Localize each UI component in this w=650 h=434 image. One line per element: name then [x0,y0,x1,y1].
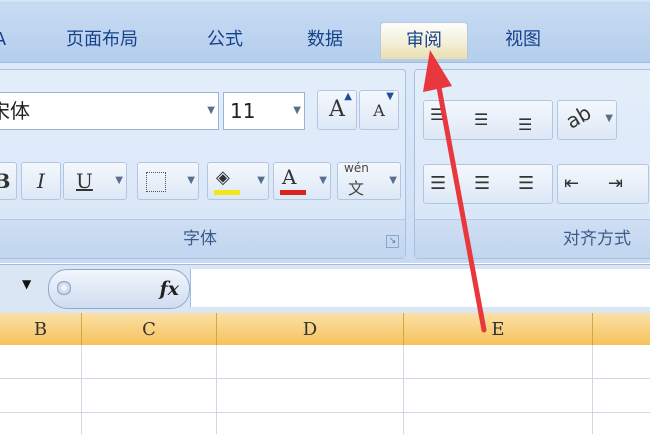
dropdown-arrow-icon[interactable]: ▼ [115,163,123,199]
dropdown-arrow-icon[interactable]: ▼ [187,163,195,199]
formula-controls: fx [48,269,190,309]
tab-start-partial[interactable]: A [0,22,12,58]
shrink-font-icon: A [373,101,385,120]
dropdown-arrow-icon[interactable]: ▼ [605,101,613,137]
grid-line [403,345,404,434]
dropdown-arrow-icon[interactable]: ▼ [207,93,215,129]
fill-color-icon: ◈ [216,167,230,188]
border-button[interactable]: ▼ [137,162,199,200]
column-headers: B C D E [0,313,650,346]
italic-button[interactable]: I [21,162,61,200]
align-right-icon[interactable]: ☰ [518,173,534,194]
grid-line [216,345,217,434]
column-header-b[interactable]: B [0,313,82,345]
tab-formulas[interactable]: 公式 [188,22,262,58]
alignment-group: ☰ ☰ ☰ ab ▼ ☰ ☰ ☰ ⇤ ⇥ 对齐方式 [414,69,650,259]
align-left-icon[interactable]: ☰ [430,173,446,194]
tab-page-layout[interactable]: 页面布局 [46,22,158,58]
align-bottom-icon[interactable]: ☰ [518,115,532,134]
shrink-font-caret-icon: ▼ [386,91,394,102]
font-group-label: 字体 [0,219,405,258]
alignment-group-label: 对齐方式 [415,219,650,258]
tab-data[interactable]: 数据 [288,22,362,58]
dropdown-arrow-icon[interactable]: ▼ [389,163,397,199]
orientation-button[interactable]: ab ▼ [557,100,617,140]
dropdown-arrow-icon[interactable]: ▼ [319,163,327,199]
phonetic-glyph-icon: 文 [348,179,365,198]
cell-grid[interactable] [0,345,650,434]
grow-font-caret-icon: ▲ [344,91,352,102]
name-box-dropdown-icon[interactable]: ▼ [22,277,31,291]
column-header-f-partial[interactable] [593,313,650,345]
tab-review[interactable]: 审阅 [380,22,468,59]
font-color-swatch [280,190,306,195]
font-size-combo[interactable]: 11 ▼ [223,92,305,130]
fill-color-swatch [214,190,240,195]
grid-line [0,412,650,413]
align-center-icon[interactable]: ☰ [474,173,490,194]
underline-button[interactable]: U ▼ [63,162,127,200]
phonetic-button[interactable]: wén 文 ▼ [337,161,401,200]
italic-icon: I [37,169,45,193]
align-top-icon[interactable]: ☰ [430,105,444,124]
shrink-font-button[interactable]: A ▼ [359,90,399,130]
phonetic-icon: wén [344,161,369,175]
grow-font-icon: A [329,97,345,122]
fill-color-button[interactable]: ◈ ▼ [207,162,269,200]
dropdown-arrow-icon[interactable]: ▼ [293,93,301,129]
horizontal-align-buttons: ☰ ☰ ☰ [423,164,553,204]
title-bar-edge [0,0,650,4]
column-header-e[interactable]: E [404,313,593,345]
column-header-c[interactable]: C [82,313,217,345]
formula-bar: ▼ fx [0,264,650,314]
border-icon [146,172,166,192]
formula-input[interactable] [190,269,650,307]
decrease-indent-icon[interactable]: ⇤ [564,173,579,194]
align-middle-icon[interactable]: ☰ [474,110,488,129]
font-size-value: 11 [230,99,256,123]
font-color-icon: A [282,165,297,189]
bold-icon: B [0,169,11,193]
dropdown-arrow-icon[interactable]: ▼ [257,163,265,199]
grid-line [592,345,593,434]
underline-icon: U [76,169,93,193]
font-color-button[interactable]: A ▼ [273,162,331,200]
increase-indent-icon[interactable]: ⇥ [608,173,623,194]
font-name-combo[interactable]: 宋体 ▼ [0,92,219,130]
font-group: 宋体 ▼ 11 ▼ A▲ A▼ B I U ▼ ▼ ◈ [0,69,406,259]
grid-line [0,378,650,379]
resize-handle-icon[interactable] [57,281,71,295]
ribbon-tab-strip: A 页面布局 公式 数据 审阅 视图 [0,0,650,66]
vertical-align-buttons: ☰ ☰ ☰ [423,100,553,140]
font-name-value: 宋体 [0,99,30,123]
grid-line [81,345,82,434]
orientation-icon: ab [561,100,596,134]
dialog-launcher-icon[interactable]: ↘ [386,235,399,248]
column-header-d[interactable]: D [217,313,404,345]
fx-icon[interactable]: fx [159,270,179,308]
indent-buttons: ⇤ ⇥ [557,164,649,204]
grow-font-button[interactable]: A ▲ [317,90,357,130]
tab-view[interactable]: 视图 [486,22,560,58]
bold-button[interactable]: B [0,162,17,200]
ribbon: 宋体 ▼ 11 ▼ A▲ A▼ B I U ▼ ▼ ◈ [0,62,650,263]
